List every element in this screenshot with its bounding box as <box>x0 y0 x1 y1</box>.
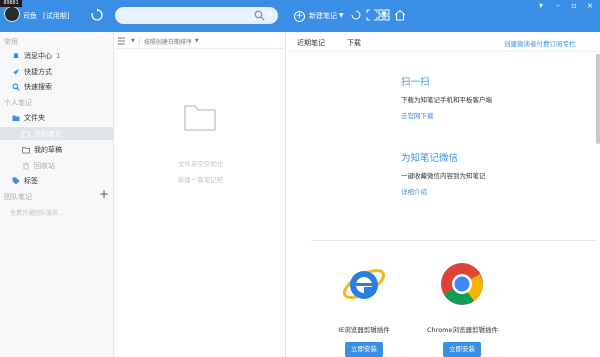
folder-outline-icon <box>22 146 30 153</box>
sync-small-icon[interactable] <box>350 9 362 21</box>
menu-chevron-icon[interactable]: ▾ <box>535 1 547 10</box>
main-panel: 近期笔记 下载 创建微读者付费订阅专栏 扫一扫 下载为知笔记手机和平板客户端 去… <box>287 32 600 357</box>
rocket-icon <box>13 68 19 75</box>
sidebar-item-label: 快捷方式 <box>24 67 52 76</box>
avatar[interactable] <box>4 6 20 22</box>
sidebar-item-recycle-bin[interactable]: 回收站 <box>0 159 114 172</box>
search-icon[interactable] <box>254 10 265 21</box>
sidebar-item-label: 快速搜索 <box>24 82 52 91</box>
scan-download-link[interactable]: 去官网下载 <box>401 110 434 120</box>
sidebar-item-label: 消息中心 <box>24 51 52 60</box>
username[interactable]: 司鱼 <box>23 11 37 21</box>
section-label-team: 团队笔记 <box>4 193 32 201</box>
new-note-button[interactable]: + 新建笔记 <box>294 9 337 23</box>
sidebar-item-my-notes[interactable]: 我的笔记 <box>0 127 114 140</box>
wechat-title: 为知笔记微信 <box>401 153 459 164</box>
sidebar-item-message-center[interactable]: 消息中心 1 <box>0 49 114 62</box>
tag-icon <box>12 177 20 184</box>
sidebar-item-shortcuts[interactable]: 快捷方式 <box>0 65 114 78</box>
scan-title: 扫一扫 <box>401 77 430 88</box>
plus-circle-icon: + <box>294 10 305 22</box>
folder-outline-icon <box>22 130 30 137</box>
section-label-personal: 个人笔记 <box>4 99 32 107</box>
divider <box>311 240 596 241</box>
expand-icon[interactable] <box>366 9 378 21</box>
sidebar-item-tags[interactable]: 标签 <box>0 174 114 187</box>
minimize-icon[interactable]: – <box>552 1 564 10</box>
sync-icon[interactable] <box>90 8 104 22</box>
team-empty-text[interactable]: 免费开通团队服务... <box>10 208 64 217</box>
sidebar: 常用 消息中心 1 快捷方式 快速搜索 个人笔记 文件夹 我的笔记 我的草稿 回… <box>0 32 114 357</box>
promo-link[interactable]: 创建微读者付费订阅专栏 <box>504 38 576 48</box>
install-ie-button[interactable]: 立即安装 <box>345 342 383 357</box>
install-chrome-button[interactable]: 立即安装 <box>443 342 481 357</box>
avatar-badge: 89881 <box>0 0 22 7</box>
wechat-description: 一键收藏微信内容到为知笔记 <box>401 172 486 180</box>
trash-icon <box>23 162 29 169</box>
tab-bar: 近期笔记 下载 创建微读者付费订阅专栏 <box>287 32 600 52</box>
browser-name: Chrome浏览器剪辑插件 <box>427 326 498 334</box>
top-bar: 89881 司鱼 [试用期] ▼ + 新建笔记 ▼ ▼ ▾ – ▫ × <box>0 0 600 32</box>
sort-chevron-icon: ▼ <box>194 38 199 44</box>
tab-download[interactable]: 下载 <box>347 38 361 48</box>
section-label-common: 常用 <box>4 38 18 46</box>
search-options-chevron-icon[interactable]: ▼ <box>268 12 273 19</box>
grid-icon[interactable] <box>378 9 390 21</box>
search-icon <box>12 82 20 91</box>
bell-icon <box>13 52 19 58</box>
empty-folder-icon <box>184 105 216 131</box>
trial-badge[interactable]: [试用期] <box>43 11 69 21</box>
sidebar-item-label: 我的笔记 <box>34 129 62 138</box>
note-list-panel: ▼ 按照创建日期排序 ▼ 文件夹空空如也 新建一篇笔记吧 <box>115 32 286 357</box>
sort-control[interactable]: ▼ 按照创建日期排序 ▼ <box>118 35 199 47</box>
tab-recent-notes[interactable]: 近期笔记 <box>297 38 325 48</box>
wechat-detail-link[interactable]: 详细介绍 <box>401 186 427 196</box>
maximize-icon[interactable]: ▫ <box>568 1 580 10</box>
sidebar-item-my-drafts[interactable]: 我的草稿 <box>0 143 114 156</box>
divider <box>115 48 286 49</box>
empty-state-line2: 新建一篇笔记吧 <box>177 176 224 184</box>
close-icon[interactable]: × <box>584 1 596 10</box>
sort-divider <box>138 37 140 45</box>
chrome-plugin-card: Chrome浏览器剪辑插件 立即安装 <box>427 260 498 357</box>
sort-label: 按照创建日期排序 <box>143 38 192 46</box>
view-chevron-icon[interactable]: ▼ <box>131 38 135 44</box>
list-view-icon[interactable] <box>118 37 128 45</box>
home-icon[interactable] <box>394 9 406 21</box>
new-note-label: 新建笔记 <box>309 12 337 20</box>
folder-icon <box>12 115 20 121</box>
chrome-icon <box>441 263 483 305</box>
sidebar-item-label: 标签 <box>24 176 38 185</box>
new-note-chevron-icon[interactable]: ▼ <box>339 12 344 19</box>
ie-plugin-card: IE浏览器剪辑插件 立即安装 <box>329 260 399 357</box>
scan-description: 下载为知笔记手机和平板客户端 <box>401 96 492 104</box>
scrollbar[interactable] <box>596 54 600 144</box>
browser-name: IE浏览器剪辑插件 <box>338 326 390 334</box>
sidebar-item-label: 文件夹 <box>24 113 45 122</box>
sidebar-item-quick-search[interactable]: 快速搜索 <box>0 80 114 93</box>
add-team-button[interactable]: + <box>99 187 109 201</box>
ie-icon <box>342 269 386 299</box>
sidebar-item-folders[interactable]: 文件夹 <box>0 111 114 124</box>
sidebar-item-label: 回收站 <box>34 161 55 170</box>
sidebar-item-label: 我的草稿 <box>34 145 62 154</box>
message-count-badge: 1 <box>56 51 61 60</box>
empty-state-line1: 文件夹空空如也 <box>177 160 224 168</box>
